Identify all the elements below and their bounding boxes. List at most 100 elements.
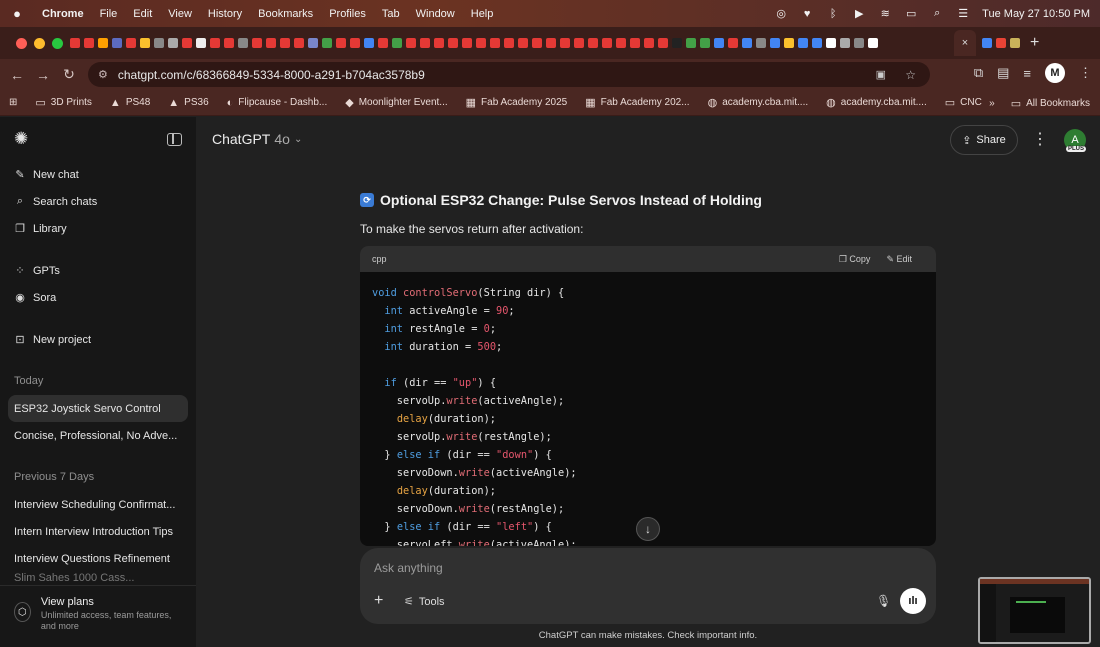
sidebar-item-new-chat[interactable]: ✎ New chat (0, 161, 196, 188)
openai-logo-icon[interactable]: ✺ (14, 129, 28, 149)
tab-favicon[interactable] (504, 38, 514, 48)
new-tab-button[interactable]: + (1030, 34, 1039, 52)
tab-favicon[interactable] (196, 38, 206, 48)
chat-item[interactable]: Intern Interview Introduction Tips (8, 518, 188, 545)
zoom-window-button[interactable] (52, 37, 63, 49)
tab-favicon[interactable] (982, 38, 992, 48)
sidebar-item-search-chats[interactable]: ⌕ Search chats (0, 188, 196, 215)
tab-favicon[interactable] (602, 38, 612, 48)
clock[interactable]: Tue May 27 10:50 PM (982, 8, 1090, 20)
menu-app-name[interactable]: Chrome (34, 8, 92, 20)
tab-favicon[interactable] (252, 38, 262, 48)
tab-favicon[interactable] (280, 38, 290, 48)
battery-icon[interactable]: ▭ (904, 8, 918, 20)
close-window-button[interactable] (16, 37, 27, 49)
control-center-icon[interactable]: ☰ (956, 8, 970, 20)
bookmarks-overflow-icon[interactable]: » (989, 98, 995, 109)
tab-favicon[interactable] (392, 38, 402, 48)
sidebar-item-sora[interactable]: ◉ Sora (0, 284, 196, 311)
voice-mode-icon[interactable]: ılı (900, 588, 926, 614)
bookmark-star-icon[interactable]: ☆ (905, 68, 916, 82)
tab-favicon[interactable] (686, 38, 696, 48)
bookmark-item[interactable]: ▲ PS48 (101, 96, 159, 109)
creative-cloud-icon[interactable]: ◎ (774, 8, 788, 20)
play-icon[interactable]: ▶ (852, 8, 866, 20)
scroll-down-button[interactable]: ↓ (636, 517, 660, 541)
attach-plus-icon[interactable]: + (374, 592, 383, 610)
prompt-input[interactable]: Ask anything (374, 561, 443, 575)
tools-button[interactable]: ⚟ Tools (404, 595, 445, 609)
forward-icon[interactable]: → (30, 67, 56, 83)
bookmark-item[interactable]: ▲ PS36 (159, 96, 217, 109)
tab-favicon[interactable] (588, 38, 598, 48)
screenshot-thumbnail[interactable] (978, 577, 1091, 644)
tab-favicon[interactable] (812, 38, 822, 48)
menu-tab[interactable]: Tab (374, 8, 408, 20)
tab-favicon[interactable] (532, 38, 542, 48)
tab-favicon[interactable] (996, 38, 1006, 48)
tab-favicon[interactable] (462, 38, 472, 48)
chat-item[interactable]: Interview Questions Refinement (8, 545, 188, 572)
chat-item-active[interactable]: ESP32 Joystick Servo Control (8, 395, 188, 422)
tab-favicon[interactable] (308, 38, 318, 48)
tab-favicon[interactable] (574, 38, 584, 48)
tab-favicon[interactable] (266, 38, 276, 48)
sidebar-item-library[interactable]: ❐ Library (0, 215, 196, 242)
bluetooth-icon[interactable]: ᛒ (826, 8, 840, 20)
sidebar-item-new-project[interactable]: ⊡ New project (0, 326, 196, 353)
model-selector[interactable]: ChatGPT 4o ⌄ (212, 131, 302, 147)
profile-avatar[interactable]: M (1045, 63, 1065, 83)
edit-code-button[interactable]: ✎ Edit (886, 254, 912, 265)
bookmark-item[interactable]: ▭ 3D Prints (26, 96, 101, 109)
tab-favicon[interactable] (784, 38, 794, 48)
menu-help[interactable]: Help (463, 8, 502, 20)
tab-favicon[interactable] (490, 38, 500, 48)
side-panel-icon[interactable]: ▤ (997, 65, 1009, 81)
sidebar-toggle-icon[interactable] (167, 132, 182, 146)
chat-item[interactable]: Concise, Professional, No Adve... (8, 422, 188, 449)
microphone-icon[interactable]: 🎙 (876, 594, 891, 608)
tab-favicon[interactable] (658, 38, 668, 48)
tab-favicon[interactable] (224, 38, 234, 48)
tab-favicon[interactable] (322, 38, 332, 48)
tab-favicon[interactable] (714, 38, 724, 48)
bookmark-item[interactable]: ◍ academy.cba.mit.... (699, 96, 818, 109)
site-info-icon[interactable]: ⚙ (98, 68, 108, 81)
tab-favicon[interactable] (798, 38, 808, 48)
menu-bookmarks[interactable]: Bookmarks (250, 8, 321, 20)
tab-favicon[interactable] (518, 38, 528, 48)
tab-favicon[interactable] (238, 38, 248, 48)
tab-favicon[interactable] (448, 38, 458, 48)
url-text[interactable]: chatgpt.com/c/68366849-5334-8000-a291-b7… (118, 68, 425, 82)
menu-view[interactable]: View (160, 8, 200, 20)
tab-favicon[interactable] (1010, 38, 1020, 48)
tab-favicon[interactable] (336, 38, 346, 48)
address-bar[interactable]: ⚙ chatgpt.com/c/68366849-5334-8000-a291-… (88, 62, 930, 87)
tab-favicon[interactable] (140, 38, 150, 48)
tab-favicon[interactable] (476, 38, 486, 48)
menu-history[interactable]: History (200, 8, 250, 20)
tab-favicon[interactable] (126, 38, 136, 48)
tab-favicon[interactable] (168, 38, 178, 48)
tab-favicon[interactable] (742, 38, 752, 48)
tab-favicon[interactable] (154, 38, 164, 48)
screenshot-icon[interactable]: ▣ (876, 68, 886, 81)
chat-item[interactable]: Interview Scheduling Confirmat... (8, 491, 188, 518)
tab-favicon[interactable] (434, 38, 444, 48)
wifi-icon[interactable]: ≋ (878, 8, 892, 20)
reading-list-icon[interactable]: ≡ (1023, 66, 1031, 81)
reload-icon[interactable]: ↻ (56, 66, 82, 83)
tab-favicon[interactable] (70, 38, 80, 48)
tab-favicon[interactable] (112, 38, 122, 48)
more-options-icon[interactable]: ⋮ (1032, 129, 1048, 149)
view-plans-button[interactable]: ⬡ View plans Unlimited access, team feat… (0, 585, 196, 647)
tab-favicon[interactable] (644, 38, 654, 48)
minimize-window-button[interactable] (34, 37, 45, 49)
tab-favicon[interactable] (840, 38, 850, 48)
tab-favicon[interactable] (210, 38, 220, 48)
tab-favicon[interactable] (98, 38, 108, 48)
tab-favicon[interactable] (616, 38, 626, 48)
bookmark-item[interactable]: ◐ Flipcause - Dashb... (218, 96, 337, 109)
copy-code-button[interactable]: ❐ Copy (839, 254, 871, 265)
tab-favicon[interactable] (350, 38, 360, 48)
